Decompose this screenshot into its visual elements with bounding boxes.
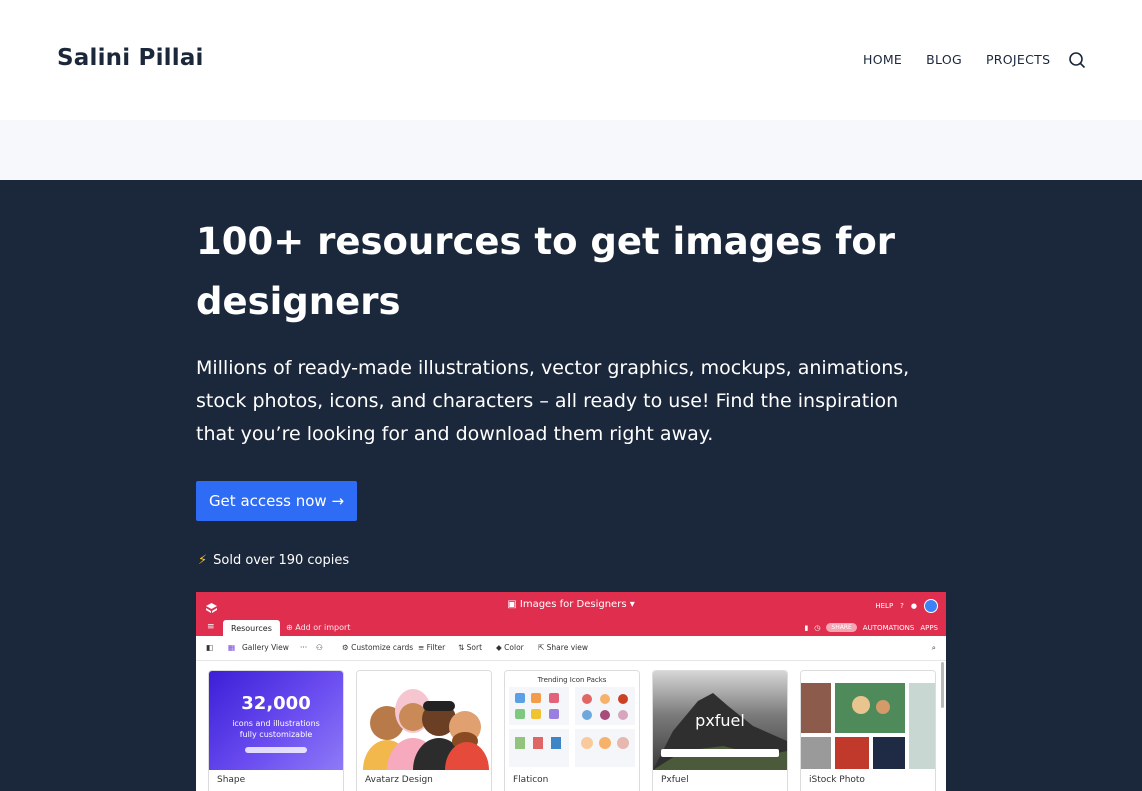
card-image: 32,000 icons and illustrations fully cus…: [209, 671, 343, 770]
card-avatarz: Avatarz Design: [356, 670, 492, 791]
tab-resources: Resources: [223, 620, 280, 636]
sort-label: Sort: [466, 643, 483, 652]
add-import-text: Add or import: [295, 623, 351, 632]
people-icon: ⚇: [316, 643, 323, 652]
app-viewbar: ◧ ▦ Gallery View ··· ⚇ ⚙ Customize cards…: [196, 636, 946, 661]
more-icon: ···: [300, 643, 308, 652]
card-flaticon: Trending Icon Packs Flaticon: [504, 670, 640, 791]
card-image: [801, 671, 935, 770]
card-image: pxfuel: [653, 671, 787, 770]
app-tabbar: ≡ Resources ⊕ Add or import ▮ ◷ SHARE AU…: [196, 619, 946, 636]
tabbar-right: ▮ ◷ SHARE AUTOMATIONS APPS: [804, 623, 938, 632]
card-shape: 32,000 icons and illustrations fully cus…: [208, 670, 344, 791]
search-icon[interactable]: [1067, 50, 1087, 70]
site-header: Salini Pillai HOME BLOG PROJECTS: [0, 0, 1142, 120]
header-strip: [0, 120, 1142, 180]
add-import-link: ⊕ Add or import: [286, 623, 351, 632]
help-link[interactable]: HELP: [875, 602, 893, 610]
main-nav: HOME BLOG PROJECTS: [863, 52, 1074, 67]
icon-packs-heading: Trending Icon Packs: [537, 676, 607, 684]
get-access-button[interactable]: Get access now →: [196, 481, 357, 521]
card-subtext: icons and illustrations fully customizab…: [232, 719, 320, 739]
avatar: [924, 599, 938, 613]
nav-projects[interactable]: PROJECTS: [986, 52, 1050, 67]
card-label: Flaticon: [513, 775, 549, 785]
card-label: Shape: [217, 775, 246, 785]
lightning-icon: ⚡: [198, 553, 208, 568]
hero-section: 100+ resources to get images for designe…: [0, 180, 1142, 791]
app-title: ▣ Images for Designers ▾: [507, 599, 635, 610]
card-image: Trending Icon Packs: [505, 671, 639, 770]
help-icon: ?: [900, 602, 904, 610]
apps-label: APPS: [920, 623, 938, 632]
view-name: Gallery View: [242, 643, 289, 652]
color-label: Color: [504, 643, 524, 652]
avatars-illustration: [363, 689, 489, 791]
card-label: Pxfuel: [661, 775, 689, 785]
bell-icon: ●: [910, 602, 917, 610]
card-istock: iStock Photo: [800, 670, 936, 791]
app-preview-image: ▣ Images for Designers ▾ HELP ? ● ≡ Reso…: [196, 592, 946, 791]
icon-grid: [509, 687, 635, 767]
gallery-icon: ▦: [228, 643, 236, 652]
hero-title: 100+ resources to get images for designe…: [196, 220, 896, 323]
gallery-cards: 32,000 icons and illustrations fully cus…: [208, 670, 936, 791]
card-search-bar: [245, 747, 307, 753]
card-label: iStock Photo: [809, 775, 865, 785]
hero-description: Millions of ready-made illustrations, ve…: [196, 357, 910, 445]
share-badge: SHARE: [826, 623, 857, 632]
app-topbar: ▣ Images for Designers ▾ HELP ? ●: [196, 592, 946, 619]
scrollbar[interactable]: [941, 662, 944, 708]
color-item: ◆ Color: [496, 643, 524, 652]
customize-cards: ⚙ Customize cards: [342, 643, 414, 652]
card-label: Avatarz Design: [365, 775, 433, 785]
sold-text: Sold over 190 copies: [213, 553, 350, 568]
search-icon: ⌕: [931, 643, 936, 652]
trash-icon: ▮: [804, 623, 809, 632]
card-big-number: 32,000: [241, 693, 311, 714]
filter-item: ≡ Filter: [418, 643, 446, 652]
card-image: [357, 671, 491, 791]
share-view-item: ⇱ Share view: [538, 643, 588, 652]
pxfuel-logo: pxfuel: [695, 711, 745, 730]
nav-home[interactable]: HOME: [863, 52, 902, 67]
base-icon: ▣: [507, 599, 520, 610]
app-top-right: HELP ? ●: [875, 599, 938, 613]
app-title-text: Images for Designers: [519, 599, 627, 610]
sidebar-toggle-icon: ◧: [206, 643, 214, 652]
photo-grid: [801, 683, 935, 769]
card-pxfuel: pxfuel Pxfuel: [652, 670, 788, 791]
pxfuel-search: [661, 749, 779, 757]
history-icon: ◷: [814, 623, 821, 632]
automations-label: AUTOMATIONS: [862, 623, 915, 632]
sort-item: ⇅ Sort: [458, 643, 483, 652]
nav-blog[interactable]: BLOG: [926, 52, 962, 67]
customize-cards-label: Customize cards: [351, 643, 414, 652]
filter-label: Filter: [426, 643, 446, 652]
menu-icon: ≡: [207, 622, 215, 632]
sold-badge: ⚡ Sold over 190 copies: [198, 553, 349, 568]
site-title[interactable]: Salini Pillai: [57, 45, 204, 71]
share-view-label: Share view: [546, 643, 588, 652]
